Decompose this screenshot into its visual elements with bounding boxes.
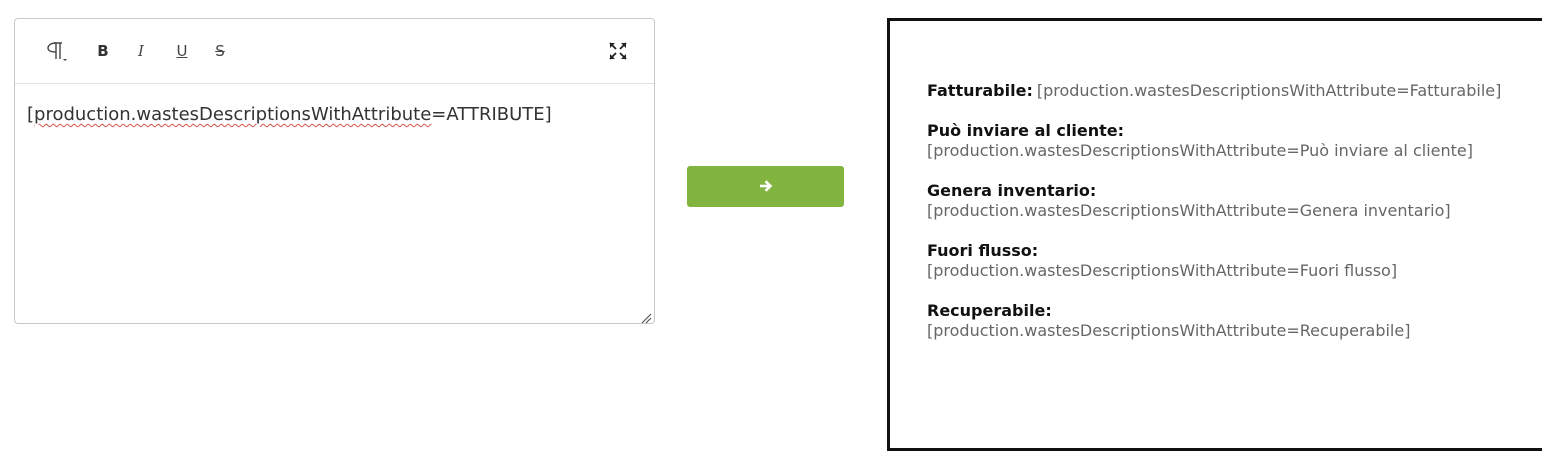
resize-handle[interactable] [640,309,652,324]
paragraph-format-button[interactable] [41,39,71,63]
preview-field-puo-inviare: Può inviare al cliente: [production.wast… [927,121,1542,161]
resize-icon [641,313,652,324]
content-prefix: [ [27,104,35,125]
arrow-right-icon [759,177,773,196]
rich-text-editor: B I U S [production.wastesDescriptionsWi… [14,18,655,324]
editor-content[interactable]: [production.wastesDescriptionsWithAttrib… [27,104,642,125]
bold-button[interactable]: B [91,39,115,63]
paragraph-icon [43,40,69,62]
preview-field-fatturabile: Fatturabile: [production.wastesDescriptio… [927,81,1542,101]
apply-arrow-button[interactable] [687,166,844,207]
preview-content: Fatturabile: [production.wastesDescriptio… [927,81,1542,361]
field-label: Recuperabile: [927,301,1052,320]
preview-field-genera-inventario: Genera inventario: [production.wastesDes… [927,181,1542,221]
italic-button[interactable]: I [129,39,153,63]
content-suffix: =ATTRIBUTE] [431,104,552,125]
page: B I U S [production.wastesDescriptionsWi… [0,0,1542,455]
preview-field-fuori-flusso: Fuori flusso: [production.wastesDescript… [927,241,1542,281]
field-label: Può inviare al cliente: [927,121,1125,140]
editor-toolbar: B I U S [15,19,654,84]
field-value: [production.wastesDescriptionsWithAttrib… [927,321,1411,340]
misspelled-text: production.wastesDescriptionsWithAttribu… [34,104,432,125]
field-value: [production.wastesDescriptionsWithAttrib… [927,141,1473,160]
field-value: [production.wastesDescriptionsWithAttrib… [927,261,1398,280]
preview-panel: Fatturabile: [production.wastesDescriptio… [887,18,1542,451]
strikethrough-button[interactable]: S [208,39,232,63]
fullscreen-button[interactable] [606,39,630,63]
field-label: Fatturabile: [927,81,1033,100]
field-value: [production.wastesDescriptionsWithAttrib… [1036,81,1502,100]
field-label: Fuori flusso: [927,241,1039,260]
preview-field-recuperabile: Recuperabile: [production.wastesDescript… [927,301,1542,341]
field-label: Genera inventario: [927,181,1097,200]
fullscreen-icon [609,42,627,60]
field-value: [production.wastesDescriptionsWithAttrib… [927,201,1451,220]
underline-button[interactable]: U [170,39,194,63]
